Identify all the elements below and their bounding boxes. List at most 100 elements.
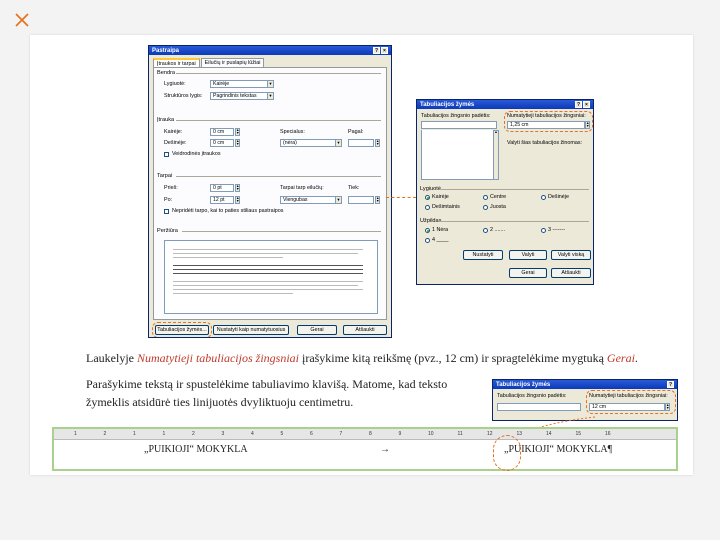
- ruler-tick-label: 8: [369, 431, 372, 437]
- section-preview: Peržiūra: [157, 228, 178, 234]
- leader-line-label: 4 ____: [432, 237, 449, 243]
- instruction-suffix: .: [634, 351, 638, 365]
- leader-dashes-radio[interactable]: [541, 228, 546, 233]
- slide: Pastraipa ? × Įtraukos ir tarpai Eilučių …: [0, 0, 720, 540]
- outline-level-select[interactable]: Pagrindinis tekstas ▼: [210, 92, 274, 100]
- divider: [176, 176, 381, 177]
- align-decimal-label: Dešimtainis: [432, 204, 460, 210]
- corner-decoration-icon: [15, 13, 29, 27]
- close-icon[interactable]: ×: [381, 47, 388, 54]
- section-spacing: Tarpai: [157, 173, 173, 179]
- ruler-tick-label: 10: [428, 431, 434, 437]
- at-spinner[interactable]: ▲ ▼: [375, 196, 380, 204]
- cancel-button[interactable]: Atšaukti: [551, 268, 591, 278]
- by-spinner[interactable]: ▲ ▼: [375, 139, 380, 147]
- align-right-label: Dešinėje: [548, 194, 569, 200]
- align-center-label: Centre: [490, 194, 507, 200]
- indent-right-spinner[interactable]: ▲ ▼: [235, 139, 240, 147]
- leader-dots-radio[interactable]: [483, 228, 488, 233]
- special-label: Specialus:: [280, 129, 305, 135]
- tab-stop-position-label: Tabuliacijos žingsnio padėtis:: [497, 393, 567, 399]
- document-with-ruler: 1 2 1 1 2 3 4 5 6 7 8 9 10 11 12 13 14 15 16 „PUIKIOJI“ MO…: [52, 427, 678, 471]
- instruction-prefix: Laukelyje: [86, 351, 137, 365]
- ruler-tick-label: 7: [339, 431, 343, 437]
- ruler-tick-label: 5: [280, 431, 284, 437]
- chevron-down-icon: ▼: [335, 140, 341, 146]
- leader-line-radio[interactable]: [425, 238, 430, 243]
- chevron-down-icon: ▼: [267, 81, 273, 87]
- spacing-after-input[interactable]: 12 pt: [210, 196, 234, 204]
- spacing-before-spinner[interactable]: ▲ ▼: [235, 184, 240, 192]
- leader-dots-label: 2 .......: [490, 227, 505, 233]
- instruction-line: Laukelyje Numatytieji tabuliacijos žings…: [86, 351, 638, 366]
- horizontal-ruler[interactable]: 1 2 1 1 2 3 4 5 6 7 8 9 10 11 12 13 14 15 16: [54, 429, 676, 440]
- ruler-tick-label: 6: [310, 431, 313, 437]
- line-spacing-label: Tarpai tarp eilučių:: [280, 185, 324, 191]
- dialog-title: Tabuliacijos žymės: [420, 101, 475, 108]
- set-default-button[interactable]: Nustatyti kaip numatytuosius: [213, 325, 289, 335]
- set-button[interactable]: Nustatyti: [463, 250, 503, 260]
- help-icon[interactable]: ?: [575, 101, 582, 108]
- cancel-button[interactable]: Atšaukti: [343, 325, 387, 335]
- help-icon[interactable]: ?: [373, 47, 380, 54]
- section-general: Bendra: [157, 70, 176, 76]
- tab-stop-position-input[interactable]: [497, 403, 581, 411]
- ruler-tick-label: 13: [516, 431, 523, 437]
- divider: [182, 231, 381, 232]
- ok-button[interactable]: Gerai: [509, 268, 547, 278]
- indent-right-label: Dešinėje:: [164, 140, 187, 146]
- indent-right-input[interactable]: 0 cm: [210, 139, 234, 147]
- tab-stop-position-input[interactable]: [421, 121, 497, 129]
- tabs-dialog: Tabuliacijos žymės ? × Tabuliacijos žings…: [416, 99, 594, 285]
- indent-left-input[interactable]: 0 cm: [210, 128, 234, 136]
- spacing-after-spinner[interactable]: ▲ ▼: [235, 196, 240, 204]
- align-left-label: Kairėje: [432, 194, 449, 200]
- by-input[interactable]: [348, 139, 374, 147]
- leader-none-label: 1 Nėra: [432, 227, 449, 233]
- at-input[interactable]: [348, 196, 374, 204]
- indent-left-spinner[interactable]: ▲ ▼: [235, 128, 240, 136]
- leader-none-radio[interactable]: [425, 228, 430, 233]
- clear-button[interactable]: Valyti: [509, 250, 547, 260]
- special-select[interactable]: (nėra) ▼: [280, 139, 342, 147]
- chevron-down-icon: ▼: [267, 93, 273, 99]
- line-spacing-select[interactable]: Viengubas ▼: [280, 196, 342, 204]
- at-label: Tiek:: [348, 185, 360, 191]
- no-space-checkbox[interactable]: [164, 209, 169, 214]
- connector-line: [386, 197, 416, 198]
- alignment-label: Lygiuotė:: [164, 81, 186, 87]
- align-bar-label: Juosta: [490, 204, 506, 210]
- close-icon[interactable]: ×: [583, 101, 590, 108]
- align-left-radio[interactable]: [425, 195, 430, 200]
- spacing-after-label: Po:: [164, 197, 173, 203]
- clear-all-button[interactable]: Valyti viską: [551, 250, 591, 260]
- align-center-radio[interactable]: [483, 195, 488, 200]
- mirror-indents-checkbox[interactable]: [164, 152, 169, 157]
- highlight-ring: [586, 390, 676, 414]
- tab-stop-list[interactable]: [421, 130, 497, 180]
- dialog-title: Tabuliacijos žymės: [496, 381, 551, 388]
- align-decimal-radio[interactable]: [425, 205, 430, 210]
- align-bar-radio[interactable]: [483, 205, 488, 210]
- by-label: Pagal:: [348, 129, 364, 135]
- chevron-down-icon: ▼: [335, 197, 341, 203]
- instruction-middle: įrašykime kitą reikšmę (pvz., 12 cm) ir …: [298, 351, 607, 365]
- align-right-radio[interactable]: [541, 195, 546, 200]
- highlight-ring: [504, 111, 593, 132]
- help-icon[interactable]: ?: [667, 381, 674, 388]
- spacing-before-label: Prieš:: [164, 185, 178, 191]
- slide-content: Pastraipa ? × Įtraukos ir tarpai Eilučių …: [30, 35, 693, 475]
- list-scrollbar[interactable]: ▲: [493, 130, 499, 180]
- tabs-to-clear-label: Valyti šias tabuliacijos žinomas:: [507, 140, 583, 146]
- tab-stop-position-label: Tabuliacijos žingsnio padėtis:: [421, 113, 491, 119]
- ruler-tick-label: 1: [74, 431, 77, 437]
- spacing-before-input[interactable]: 0 pt: [210, 184, 234, 192]
- document-text-left[interactable]: „PUIKIOJI“ MOKYKLA: [144, 444, 248, 455]
- tabs-dialog-titlebar: Tabuliacijos žymės ? ×: [417, 100, 593, 109]
- ok-button[interactable]: Gerai: [297, 325, 337, 335]
- ruler-tick-label: 12: [487, 431, 493, 437]
- ruler-tick-label: 2: [103, 431, 107, 437]
- ruler-tick-label: 4: [251, 431, 254, 437]
- document-text-right[interactable]: „PUIKIOJI“ MOKYKLA¶: [504, 444, 612, 455]
- alignment-select[interactable]: Kairėje ▼: [210, 80, 274, 88]
